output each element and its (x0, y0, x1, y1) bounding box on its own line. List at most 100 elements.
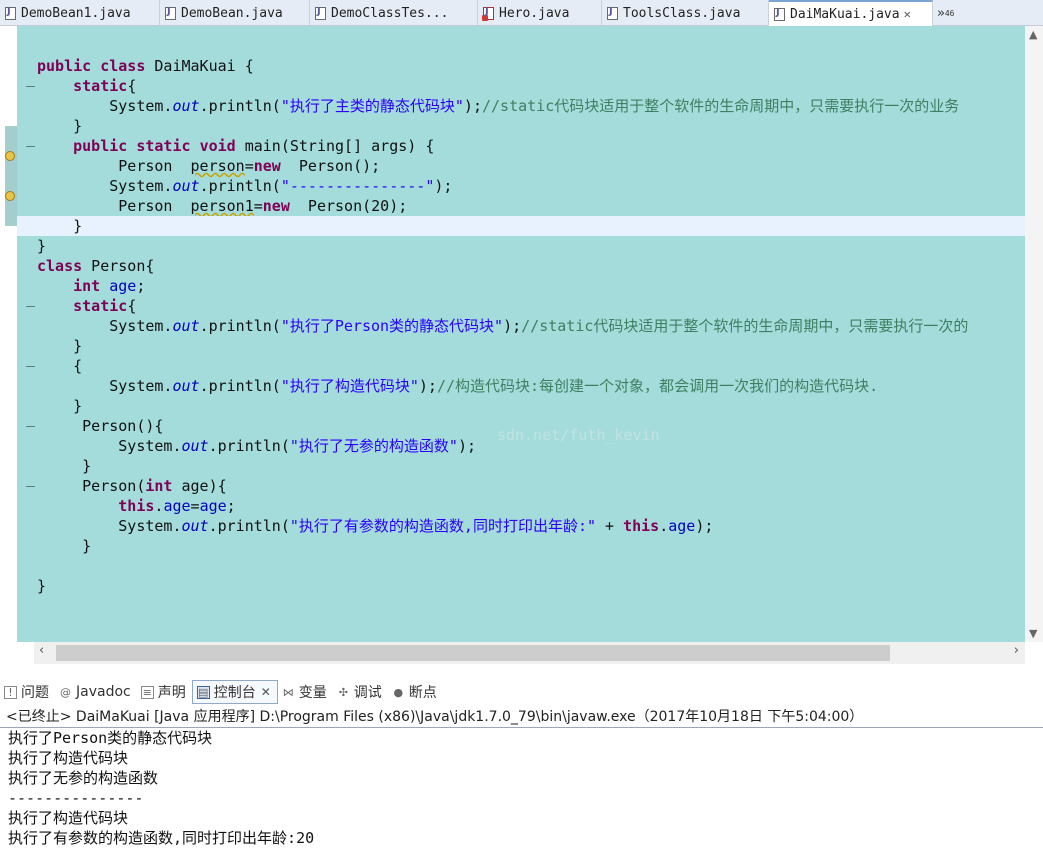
overview-ruler (0, 26, 17, 642)
view-tab-label: 断点 (408, 685, 437, 701)
editor-tab[interactable]: Hero.java (478, 0, 602, 26)
code-line-text: System.out.println("执行了Person类的静态代码块");/… (37, 317, 969, 335)
code-line[interactable]: System.out.println("执行了有参数的构造函数,同时打印出年龄:… (17, 516, 1025, 536)
fold-toggle-icon[interactable] (26, 486, 35, 487)
java-file-icon (165, 6, 176, 20)
code-line[interactable]: int age; (17, 276, 1025, 296)
code-line[interactable]: public static void main(String[] args) { (17, 136, 1025, 156)
code-line[interactable]: System.out.println("执行了主类的静态代码块");//stat… (17, 96, 1025, 116)
warning-bulb-icon[interactable] (5, 191, 15, 201)
code-line-text: Person(int age){ (37, 477, 227, 495)
scroll-left-icon[interactable]: ‹ (39, 643, 44, 658)
code-line[interactable]: System.out.println("执行了无参的构造函数"); (17, 436, 1025, 456)
code-line[interactable]: System.out.println("执行了构造代码块");//构造代码块:每… (17, 376, 1025, 396)
code-line[interactable]: static{ (17, 76, 1025, 96)
close-icon[interactable]: ✕ (261, 685, 271, 699)
code-line-text: System.out.println("执行了有参数的构造函数,同时打印出年龄:… (37, 517, 714, 535)
code-area[interactable]: sdn.net/futh_kevin public class DaiMaKua… (17, 26, 1025, 642)
view-tab[interactable]: ✣ 调试 (333, 680, 388, 704)
fold-toggle-icon[interactable] (26, 366, 35, 367)
code-line-text: static{ (73, 297, 137, 315)
code-line[interactable]: public class DaiMaKuai { (17, 56, 1025, 76)
editor-tab[interactable]: DemoBean1.java (0, 0, 160, 26)
code-line[interactable]: static{ (17, 296, 1025, 316)
fold-toggle-icon[interactable] (26, 146, 35, 147)
code-line[interactable]: Person person=new Person(); (17, 156, 1025, 176)
view-tab[interactable]: @ Javadoc (55, 680, 137, 704)
fold-toggle-icon[interactable] (26, 426, 35, 427)
code-line[interactable]: System.out.println("执行了Person类的静态代码块");/… (17, 316, 1025, 336)
code-line-text: { (37, 357, 83, 375)
view-tab[interactable]: ● 断点 (388, 680, 443, 704)
view-tab[interactable]: ⋈ 变量 (278, 680, 333, 704)
code-line-text: System.out.println("执行了构造代码块");//构造代码块:每… (37, 377, 879, 395)
scroll-up-icon[interactable]: ▲ (1029, 28, 1037, 41)
fold-toggle-icon[interactable] (26, 306, 35, 307)
vertical-scrollbar[interactable]: ▲ ▼ (1025, 26, 1043, 642)
javadoc-icon: @ (60, 685, 71, 699)
code-line[interactable]: } (17, 396, 1025, 416)
code-line-text: Person person1=new Person(20); (37, 197, 408, 215)
editor-tab-label: DemoBean.java (181, 5, 283, 21)
code-line[interactable] (17, 36, 1025, 56)
horizontal-scrollbar[interactable]: ‹ › (34, 642, 1025, 664)
code-line[interactable]: { (17, 356, 1025, 376)
editor-tab-bar: DemoBean1.java DemoBean.java DemoClassTes.… (0, 0, 1043, 26)
view-tab[interactable]: ≡ 声明 (137, 680, 192, 704)
close-icon[interactable]: ✕ (904, 7, 911, 21)
code-line-text: } (37, 457, 92, 475)
code-line[interactable]: } (17, 116, 1025, 136)
code-editor[interactable]: sdn.net/futh_kevin public class DaiMaKua… (0, 26, 1043, 668)
debug-icon: ✣ (338, 685, 348, 699)
code-line[interactable]: Person person1=new Person(20); (17, 196, 1025, 216)
editor-tab[interactable]: DemoClassTes... (310, 0, 478, 26)
code-line[interactable]: System.out.println("---------------"); (17, 176, 1025, 196)
code-line-text: } (37, 237, 47, 255)
warning-bulb-icon[interactable] (5, 151, 15, 161)
console-line: 执行了有参数的构造函数,同时打印出年龄:20 (8, 829, 315, 847)
java-file-icon (315, 6, 326, 20)
code-line-text: } (37, 217, 83, 235)
code-line[interactable]: } (17, 216, 1025, 236)
scrollbar-thumb[interactable] (56, 645, 890, 661)
code-line-text: Person(){ (37, 417, 164, 435)
code-line[interactable]: Person(int age){ (17, 476, 1025, 496)
editor-tab[interactable]: DemoBean.java (160, 0, 310, 26)
current-block-marker (5, 126, 17, 226)
code-line-text: int age; (73, 277, 146, 295)
more-tabs-button[interactable]: » 46 (933, 0, 958, 26)
code-line[interactable]: this.age=age; (17, 496, 1025, 516)
console-line: 执行了构造代码块 (8, 809, 129, 827)
console-line: 执行了Person类的静态代码块 (8, 729, 213, 747)
console-icon: ▤ (196, 685, 210, 699)
code-line-text: } (37, 537, 92, 555)
console-header: <已终止> DaiMaKuai [Java 应用程序] D:\Program F… (0, 706, 1043, 728)
code-line-text: public class DaiMaKuai { (37, 57, 254, 75)
code-line[interactable]: } (17, 536, 1025, 556)
editor-tab-label: ToolsClass.java (623, 5, 741, 21)
code-line[interactable]: class Person{ (17, 256, 1025, 276)
console-line: 执行了无参的构造函数 (8, 769, 159, 787)
code-line[interactable]: } (17, 236, 1025, 256)
code-line[interactable]: } (17, 336, 1025, 356)
fold-toggle-icon[interactable] (26, 86, 35, 87)
view-tab-label: 调试 (353, 685, 382, 701)
code-line-text: Person person=new Person(); (37, 157, 381, 175)
view-tab-label: 声明 (157, 685, 186, 701)
code-line[interactable] (17, 556, 1025, 576)
code-line[interactable]: } (17, 456, 1025, 476)
code-line-text: } (37, 117, 83, 135)
code-line[interactable]: } (17, 576, 1025, 596)
code-line[interactable]: Person(){ (17, 416, 1025, 436)
view-tab-label: 变量 (298, 685, 327, 701)
editor-tab[interactable]: DaiMaKuai.java ✕ (769, 0, 933, 26)
console-output[interactable]: 执行了Person类的静态代码块 执行了构造代码块 执行了无参的构造函数 ------… (0, 728, 1043, 857)
scroll-down-icon[interactable]: ▼ (1029, 627, 1037, 640)
editor-tab[interactable]: ToolsClass.java (602, 0, 769, 26)
console-line: --------------- (8, 789, 144, 807)
scroll-right-icon[interactable]: › (1014, 643, 1019, 658)
view-tab[interactable]: ▤ 控制台 ✕ (191, 680, 278, 704)
view-tab[interactable]: ! 问题 (0, 680, 55, 704)
editor-tab-label: DaiMaKuai.java (790, 6, 900, 22)
hidden-tab-count: 46 (944, 8, 955, 18)
